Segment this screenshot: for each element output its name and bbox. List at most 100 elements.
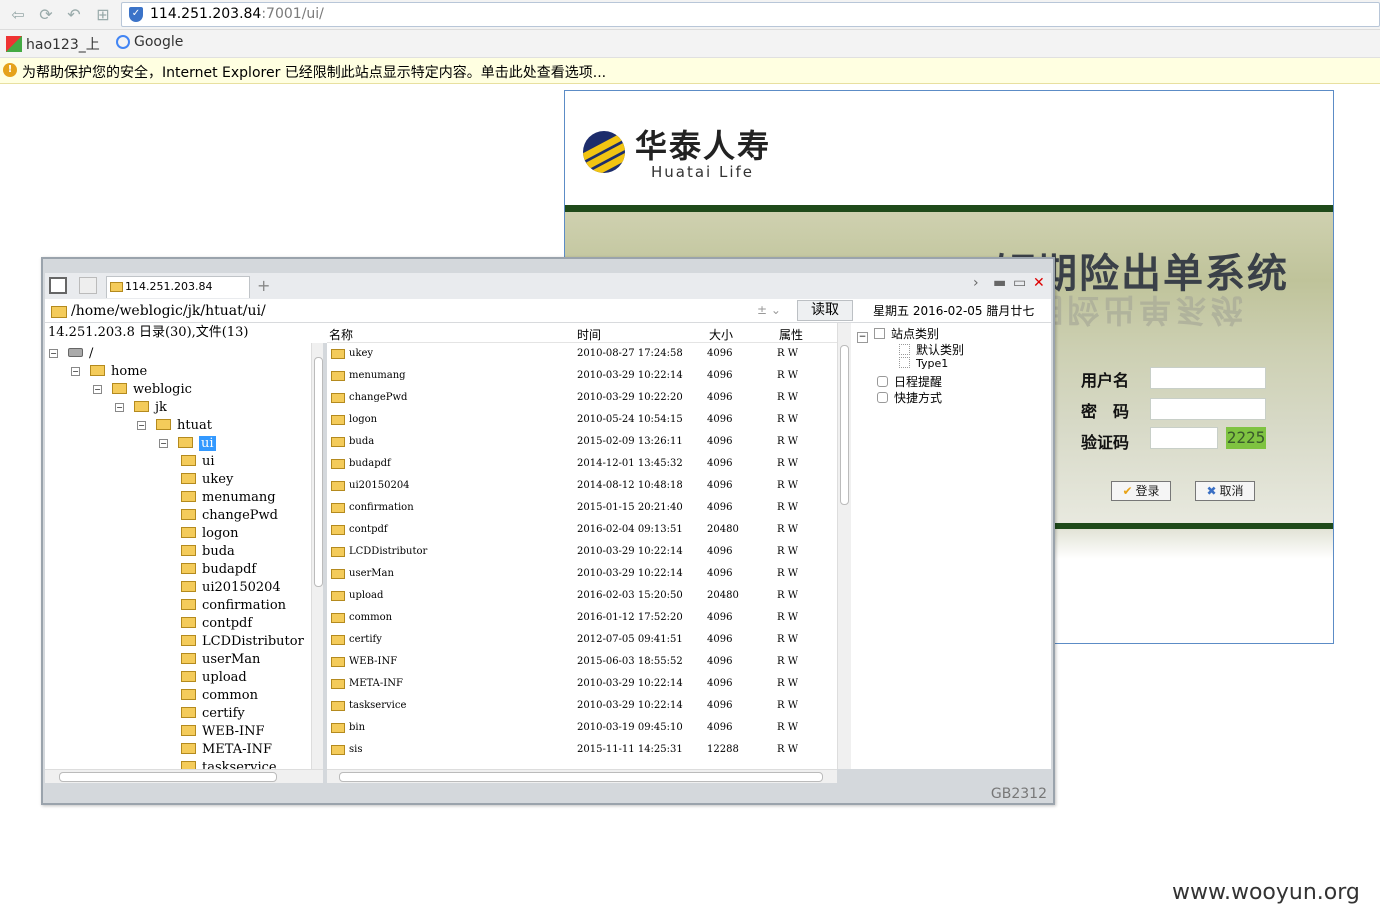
category-icon [899, 357, 910, 368]
path-dropdown-icon[interactable]: ± ⌄ [757, 303, 781, 317]
list-vscroll[interactable] [837, 323, 851, 769]
scroll-thumb[interactable] [339, 772, 823, 782]
col-name[interactable]: 名称 [329, 326, 353, 343]
tree-item[interactable]: LCDDistributor [181, 633, 304, 651]
file-row[interactable]: changePwd 2010-03-29 10:22:20 4096 R W [327, 387, 837, 409]
file-row[interactable]: userMan 2010-03-29 10:22:14 4096 R W [327, 563, 837, 585]
file-row[interactable]: taskservice 2010-03-29 10:22:14 4096 R W [327, 695, 837, 717]
tree-item[interactable]: userMan [181, 651, 260, 669]
scroll-thumb[interactable] [59, 772, 277, 782]
collapse-icon[interactable]: − [137, 421, 146, 430]
captcha-image[interactable]: 2225 [1226, 427, 1266, 449]
tree-item[interactable]: − weblogic [93, 381, 192, 399]
list-hscroll[interactable] [327, 769, 837, 783]
tree-item[interactable]: logon [181, 525, 239, 543]
file-row[interactable]: LCDDistributor 2010-03-29 10:22:14 4096 R W [327, 541, 837, 563]
new-window-icon[interactable] [79, 277, 97, 294]
file-row[interactable]: common 2016-01-12 17:52:20 4096 R W [327, 607, 837, 629]
chevron-right-icon[interactable]: › [973, 275, 979, 291]
bookmark-google[interactable]: Google [116, 34, 183, 50]
tree-hscroll[interactable] [45, 769, 323, 783]
collapse-icon[interactable]: − [159, 439, 168, 448]
back-history-icon[interactable]: ↶ [64, 5, 84, 25]
collapse-icon[interactable]: − [49, 349, 58, 358]
tab-connection[interactable]: 114.251.203.84 [106, 276, 250, 298]
add-tab-icon[interactable]: + [257, 276, 270, 295]
shortcut-node[interactable]: 快捷方式 [877, 389, 942, 406]
file-row[interactable]: META-INF 2010-03-29 10:22:14 4096 R W [327, 673, 837, 695]
col-time[interactable]: 时间 [577, 326, 601, 343]
tree-item[interactable]: ui [181, 453, 215, 471]
security-infobar[interactable]: ! 为帮助保护您的安全，Internet Explorer 已经限制此站点显示特… [0, 58, 1380, 84]
tree-item[interactable]: − / [49, 345, 93, 363]
collapse-icon[interactable]: − [857, 332, 868, 343]
minimize-icon[interactable]: ▬ [993, 275, 1006, 291]
file-time: 2015-11-11 14:25:31 [577, 744, 683, 755]
tree-item[interactable]: buda [181, 543, 235, 561]
file-row[interactable]: confirmation 2015-01-15 20:21:40 4096 R W [327, 497, 837, 519]
collapse-icon[interactable]: − [71, 367, 80, 376]
read-button[interactable]: 读取 [797, 300, 853, 321]
col-attr[interactable]: 属性 [779, 326, 803, 343]
file-row[interactable]: logon 2010-05-24 10:54:15 4096 R W [327, 409, 837, 431]
file-row[interactable]: upload 2016-02-03 15:20:50 20480 R W [327, 585, 837, 607]
tree-item[interactable]: confirmation [181, 597, 286, 615]
schedule-node[interactable]: 日程提醒 [877, 373, 942, 390]
address-bar[interactable]: ✓ 114.251.203.84:7001/ui/ [121, 2, 1380, 27]
file-row[interactable]: contpdf 2016-02-04 09:13:51 20480 R W [327, 519, 837, 541]
cancel-button[interactable]: ✖ 取消 [1195, 481, 1255, 501]
type1-node[interactable]: Type1 [899, 357, 948, 370]
collapse-icon[interactable]: − [115, 403, 124, 412]
back-icon[interactable]: ⇦ [8, 5, 28, 25]
file-row[interactable]: menumang 2010-03-29 10:22:14 4096 R W [327, 365, 837, 387]
tree-item[interactable]: changePwd [181, 507, 278, 525]
file-row[interactable]: sis 2015-11-11 14:25:31 12288 R W [327, 739, 837, 761]
default-category-node[interactable]: 默认类别 [899, 341, 964, 358]
file-row[interactable]: buda 2015-02-09 13:26:11 4096 R W [327, 431, 837, 453]
bookmark-hao123[interactable]: hao123_上 [6, 34, 100, 54]
file-row[interactable]: WEB-INF 2015-06-03 18:55:52 4096 R W [327, 651, 837, 673]
tree-item[interactable]: certify [181, 705, 245, 723]
maximize-icon[interactable]: ▭ [1013, 275, 1026, 291]
tree-item[interactable]: − ui [159, 435, 216, 453]
panel-toggle-icon[interactable] [49, 277, 67, 294]
encoding-indicator[interactable]: GB2312 [991, 786, 1047, 802]
tree-item[interactable]: − htuat [137, 417, 212, 435]
tab-bar: 114.251.203.84 + › ▬ ▭ ✕ [45, 273, 1051, 299]
file-row[interactable]: certify 2012-07-05 09:41:51 4096 R W [327, 629, 837, 651]
tree-item[interactable]: taskservice [181, 759, 277, 769]
login-button[interactable]: ✔ 登录 [1111, 481, 1171, 501]
tree-item[interactable]: upload [181, 669, 247, 687]
captcha-field[interactable] [1150, 427, 1218, 449]
file-row[interactable]: ui20150204 2014-08-12 10:48:18 4096 R W [327, 475, 837, 497]
file-row[interactable]: ukey 2010-08-27 17:24:58 4096 R W [327, 343, 837, 365]
username-field[interactable] [1150, 367, 1266, 389]
password-field[interactable] [1150, 398, 1266, 420]
tree-item[interactable]: ukey [181, 471, 233, 489]
file-row[interactable]: budapdf 2014-12-01 13:45:32 4096 R W [327, 453, 837, 475]
path-input[interactable]: /home/weblogic/jk/htuat/ui/ [49, 301, 791, 321]
tree-item[interactable]: menumang [181, 489, 276, 507]
close-icon[interactable]: ✕ [1033, 275, 1045, 291]
tree-item[interactable]: − jk [115, 399, 167, 417]
tree-item[interactable]: contpdf [181, 615, 252, 633]
folder-icon [181, 599, 196, 610]
scroll-thumb[interactable] [314, 357, 323, 587]
apps-icon[interactable]: ⊞ [93, 5, 113, 25]
collapse-icon[interactable]: − [93, 385, 102, 394]
tree-item[interactable]: budapdf [181, 561, 256, 579]
tree-item[interactable]: WEB-INF [181, 723, 265, 741]
file-row[interactable]: bin 2010-03-19 09:45:10 4096 R W [327, 717, 837, 739]
google-icon [116, 35, 130, 49]
tab-label: 114.251.203.84 [125, 280, 213, 293]
scroll-thumb[interactable] [840, 345, 849, 505]
col-size[interactable]: 大小 [709, 326, 733, 343]
tree-item[interactable]: common [181, 687, 258, 705]
side-panel: − 站点类别 默认类别 Type1 日程提醒 快捷方式 [851, 323, 1051, 769]
file-name: contpdf [349, 524, 388, 535]
refresh-icon[interactable]: ⟳ [36, 5, 56, 25]
tree-item[interactable]: META-INF [181, 741, 272, 759]
tree-item[interactable]: − home [71, 363, 147, 381]
tree-vscroll[interactable] [311, 343, 323, 769]
tree-item[interactable]: ui20150204 [181, 579, 281, 597]
